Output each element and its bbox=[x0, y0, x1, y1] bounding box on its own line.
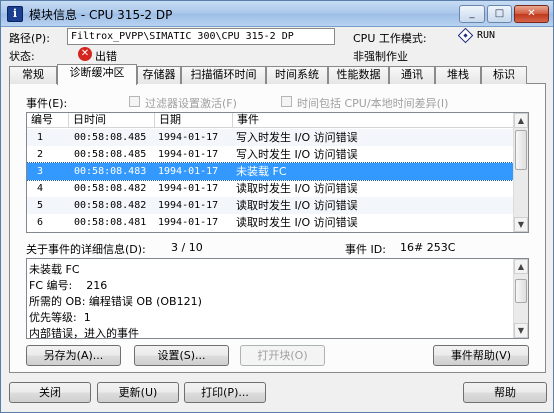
scroll-up-arrow-icon[interactable]: ▲ bbox=[514, 113, 528, 128]
row-date: 1994-01-17 bbox=[158, 217, 219, 228]
path-label: 路径(P): bbox=[9, 32, 50, 45]
title-bar[interactable]: i 模块信息 - CPU 315-2 DP _ □ ✕ bbox=[1, 1, 553, 27]
path-field[interactable]: Filtrox_PVPP\SIMATIC 300\CPU 315-2 DP bbox=[67, 28, 335, 45]
tab-identification[interactable]: 标识 bbox=[481, 66, 527, 84]
row-event: 读取时发生 I/O 访问错误 bbox=[236, 216, 358, 229]
details-label: 关于事件的详细信息(D): bbox=[26, 243, 146, 256]
error-icon: ✕ bbox=[78, 47, 92, 61]
row-date: 1994-01-17 bbox=[158, 166, 219, 177]
help-button[interactable]: 帮助 bbox=[463, 382, 547, 403]
row-number: 4 bbox=[37, 183, 44, 194]
time-difference-checkbox[interactable] bbox=[281, 96, 292, 107]
row-event: 未装载 FC bbox=[236, 165, 287, 178]
row-time: 00:58:08.483 bbox=[74, 166, 147, 177]
column-header-time[interactable]: 日时间 bbox=[69, 113, 155, 128]
tab-stack[interactable]: 堆栈 bbox=[435, 66, 481, 84]
details-scrollbar[interactable]: ▲ ▼ bbox=[513, 259, 528, 338]
update-button[interactable]: 更新(U) bbox=[97, 382, 179, 403]
table-row[interactable]: 1 00:58:08.485 1994-01-17 写入时发生 I/O 访问错误 bbox=[27, 129, 515, 146]
close-window-button[interactable]: ✕ bbox=[514, 5, 549, 23]
table-row-selected[interactable]: 3 00:58:08.483 1994-01-17 未装载 FC bbox=[27, 162, 516, 181]
row-number: 3 bbox=[37, 166, 44, 177]
row-time: 00:58:08.485 bbox=[74, 149, 147, 160]
row-number: 6 bbox=[37, 217, 44, 228]
details-position: 3 / 10 bbox=[171, 241, 203, 254]
row-event: 读取时发生 I/O 访问错误 bbox=[236, 182, 358, 195]
event-details-box[interactable]: 未装载 FC FC 编号: 216 所需的 OB: 编程错误 OB (OB121… bbox=[26, 258, 529, 339]
table-row[interactable]: 6 00:58:08.481 1994-01-17 读取时发生 I/O 访问错误 bbox=[27, 214, 515, 231]
tab-communication[interactable]: 通讯 bbox=[389, 66, 435, 84]
cpu-mode-label: CPU 工作模式: bbox=[353, 32, 427, 45]
row-event: 读取时发生 I/O 访问错误 bbox=[236, 199, 358, 212]
events-table[interactable]: 编号 日时间 日期 事件 1 00:58:08.485 1994-01-17 写… bbox=[26, 112, 529, 233]
events-scrollbar[interactable]: ▲ ▼ bbox=[513, 113, 528, 232]
row-number: 2 bbox=[37, 149, 44, 160]
filter-label: 过滤器设置激活(F) bbox=[145, 97, 237, 110]
info-app-icon: i bbox=[7, 6, 23, 22]
table-row[interactable]: 4 00:58:08.482 1994-01-17 读取时发生 I/O 访问错误 bbox=[27, 180, 515, 197]
tab-time-system[interactable]: 时间系统 bbox=[266, 66, 328, 84]
row-date: 1994-01-17 bbox=[158, 183, 219, 194]
table-row[interactable]: 5 00:58:08.482 1994-01-17 读取时发生 I/O 访问错误 bbox=[27, 197, 515, 214]
row-date: 1994-01-17 bbox=[158, 200, 219, 211]
detail-line: 所需的 OB: 编程错误 OB (OB121) bbox=[29, 295, 202, 308]
event-id-label: 事件 ID: bbox=[345, 243, 386, 256]
column-header-date[interactable]: 日期 bbox=[155, 113, 233, 128]
scroll-up-arrow-icon[interactable]: ▲ bbox=[514, 259, 528, 274]
row-time: 00:58:08.482 bbox=[74, 183, 147, 194]
row-event: 写入时发生 I/O 访问错误 bbox=[236, 148, 358, 161]
scroll-down-arrow-icon[interactable]: ▼ bbox=[514, 323, 528, 338]
scroll-thumb[interactable] bbox=[515, 130, 527, 170]
print-button[interactable]: 打印(P)... bbox=[184, 382, 266, 403]
status-label: 状态: bbox=[9, 50, 35, 63]
status-value: 出错 bbox=[95, 50, 117, 63]
settings-button[interactable]: 设置(S)... bbox=[134, 345, 229, 366]
window-title: 模块信息 - CPU 315-2 DP bbox=[29, 8, 173, 22]
force-status: 非强制作业 bbox=[353, 50, 408, 63]
open-block-button[interactable]: 打开块(O) bbox=[240, 345, 325, 366]
row-number: 1 bbox=[37, 132, 44, 143]
row-event: 写入时发生 I/O 访问错误 bbox=[236, 131, 358, 144]
maximize-button[interactable]: □ bbox=[487, 5, 512, 23]
tab-performance-data[interactable]: 性能数据 bbox=[328, 66, 389, 84]
tab-general[interactable]: 常规 bbox=[9, 66, 57, 84]
row-date: 1994-01-17 bbox=[158, 149, 219, 160]
events-table-header: 编号 日时间 日期 事件 bbox=[27, 113, 515, 128]
tab-scan-cycle-time[interactable]: 扫描循环时间 bbox=[181, 66, 266, 84]
run-mode-icon bbox=[457, 27, 474, 44]
cpu-mode-value: RUN bbox=[477, 30, 496, 41]
detail-line: 未装载 FC bbox=[29, 263, 80, 276]
row-time: 00:58:08.485 bbox=[74, 132, 147, 143]
tab-memory[interactable]: 存储器 bbox=[137, 66, 181, 84]
column-header-number[interactable]: 编号 bbox=[27, 113, 69, 128]
scroll-thumb[interactable] bbox=[515, 279, 527, 303]
module-information-window: i 模块信息 - CPU 315-2 DP _ □ ✕ 路径(P): Filtr… bbox=[0, 0, 554, 413]
detail-line: FC 编号: 216 bbox=[29, 279, 108, 292]
scroll-down-arrow-icon[interactable]: ▼ bbox=[514, 217, 528, 232]
tab-diagnostic-buffer[interactable]: 诊断缓冲区 bbox=[57, 64, 137, 85]
row-date: 1994-01-17 bbox=[158, 132, 219, 143]
minimize-button[interactable]: _ bbox=[459, 5, 485, 23]
save-as-button[interactable]: 另存为(A)... bbox=[26, 345, 121, 366]
row-time: 00:58:08.481 bbox=[74, 217, 147, 228]
detail-line: 优先等级: 1 bbox=[29, 311, 91, 324]
events-label: 事件(E): bbox=[26, 97, 68, 110]
filter-checkbox[interactable] bbox=[129, 96, 140, 107]
table-row[interactable]: 2 00:58:08.485 1994-01-17 写入时发生 I/O 访问错误 bbox=[27, 146, 515, 163]
row-time: 00:58:08.482 bbox=[74, 200, 147, 211]
close-button[interactable]: 关闭 bbox=[9, 382, 91, 403]
event-id-value: 16# 253C bbox=[400, 241, 456, 254]
time-difference-label: 时间包括 CPU/本地时间差异(I) bbox=[297, 97, 449, 110]
detail-line: 内部错误，进入的事件 bbox=[29, 327, 139, 339]
row-number: 5 bbox=[37, 200, 44, 211]
event-help-button[interactable]: 事件帮助(V) bbox=[433, 345, 529, 366]
column-header-event[interactable]: 事件 bbox=[233, 113, 515, 128]
